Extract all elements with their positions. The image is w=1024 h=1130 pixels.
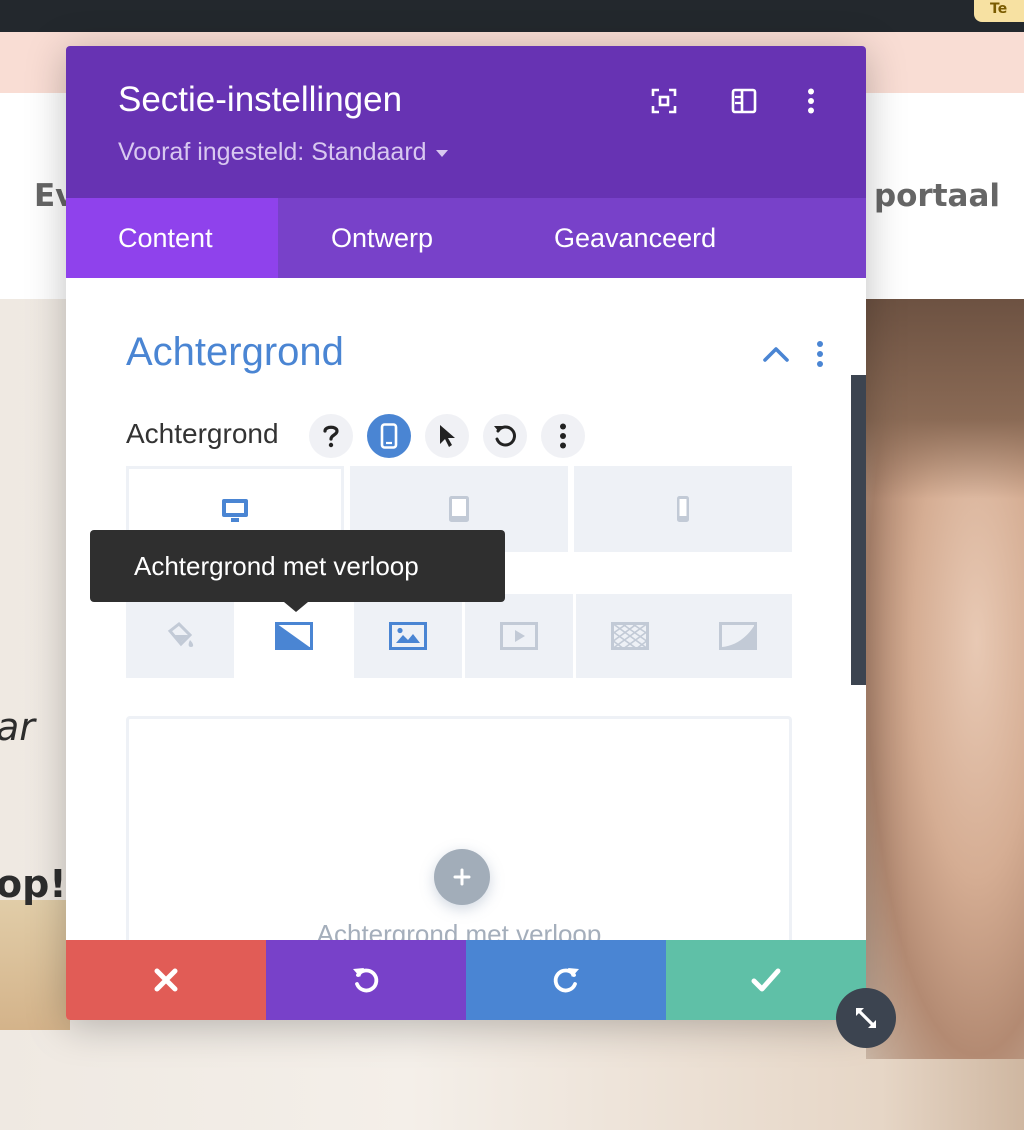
section-title[interactable]: Achtergrond <box>126 330 344 375</box>
hero-photo-floor <box>0 900 70 1030</box>
tab-content[interactable]: Content <box>66 198 278 278</box>
gradient-preview: Achtergrond met verloop <box>126 716 792 976</box>
field-label: Achtergrond <box>126 418 279 449</box>
color-fill-icon[interactable] <box>126 594 234 678</box>
image-icon[interactable] <box>354 594 462 678</box>
field-more-options-icon[interactable] <box>541 414 585 458</box>
split-view-icon[interactable] <box>729 86 759 116</box>
discard-icon[interactable] <box>66 940 266 1020</box>
admin-bar-badge[interactable]: Te <box>974 0 1024 22</box>
undo-icon[interactable] <box>266 940 466 1020</box>
redo-icon[interactable] <box>466 940 666 1020</box>
phone-icon[interactable] <box>574 466 792 552</box>
tooltip: Achtergrond met verloop <box>90 530 505 602</box>
modal-title: Sectie-instellingen <box>118 80 403 119</box>
help-icon[interactable] <box>309 414 353 458</box>
admin-top-bar: Te <box>0 0 1024 32</box>
focus-mode-icon[interactable] <box>649 86 679 116</box>
hover-icon[interactable] <box>425 414 469 458</box>
background-type-tabs <box>126 594 792 678</box>
modal-footer <box>66 940 866 1020</box>
resize-handle[interactable] <box>836 988 896 1048</box>
hero-text-2: op! <box>0 862 67 906</box>
modal-header: Sectie-instellingen Vooraf ingesteld: St… <box>66 46 866 198</box>
tooltip-arrow <box>284 602 308 612</box>
settings-tabs: Content Ontwerp Geavanceerd <box>66 198 866 278</box>
hero-photo-hair <box>866 299 1024 499</box>
more-options-icon[interactable] <box>796 86 826 116</box>
preset-label: Vooraf ingesteld: Standaard <box>118 138 427 166</box>
video-icon[interactable] <box>465 594 573 678</box>
responsive-icon[interactable] <box>367 414 411 458</box>
save-icon[interactable] <box>666 940 866 1020</box>
add-gradient-button[interactable] <box>434 849 490 905</box>
tab-advanced[interactable]: Geavanceerd <box>554 198 716 278</box>
hero-text-1: ar <box>0 705 35 749</box>
reset-icon[interactable] <box>483 414 527 458</box>
preset-selector[interactable]: Vooraf ingesteld: Standaard <box>118 138 448 167</box>
pattern-icon[interactable] <box>576 594 684 678</box>
mask-icon[interactable] <box>684 594 792 678</box>
scrollbar[interactable] <box>851 375 866 685</box>
tab-design[interactable]: Ontwerp <box>331 198 433 278</box>
settings-body: Achtergrond Achtergrond Achtergrond met … <box>66 278 866 976</box>
more-options-icon[interactable] <box>810 338 830 370</box>
caret-down-icon <box>435 149 448 157</box>
chevron-up-icon[interactable] <box>760 342 792 366</box>
